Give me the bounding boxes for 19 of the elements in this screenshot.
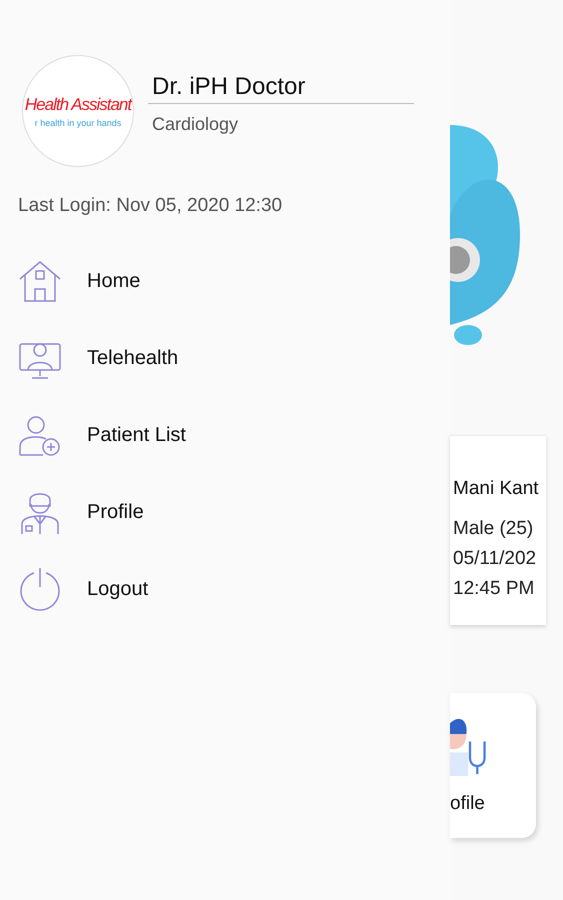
appointment-date: 05/11/202: [453, 547, 538, 571]
menu-item[interactable]: Logout: [18, 567, 148, 611]
patient-card[interactable]: Mani Kant Male (25) 05/11/202 12:45 PM: [450, 435, 546, 625]
menu-item[interactable]: Profile: [18, 490, 144, 534]
doctor-name: Dr. iPH Doctor: [148, 73, 414, 104]
last-login: Last Login: Nov 05, 2020 12:30: [18, 195, 284, 217]
logo-tagline: r health in your hands: [34, 118, 122, 128]
house-icon: [18, 259, 62, 303]
power-icon: [18, 567, 62, 611]
logo-title: Health Assistant: [24, 94, 132, 114]
appointment-time: 12:45 PM: [453, 577, 536, 601]
menu-item[interactable]: Patient List: [18, 413, 186, 457]
profile-tile[interactable]: ofile: [450, 693, 536, 838]
tile-label: ofile: [450, 793, 485, 815]
patient-name: Mani Kant: [453, 478, 540, 500]
specialty: Cardiology: [151, 114, 240, 135]
menu-item[interactable]: Telehealth: [18, 336, 178, 380]
patient-gender-age: Male (25): [453, 517, 534, 541]
menu-item[interactable]: Home: [18, 259, 140, 303]
